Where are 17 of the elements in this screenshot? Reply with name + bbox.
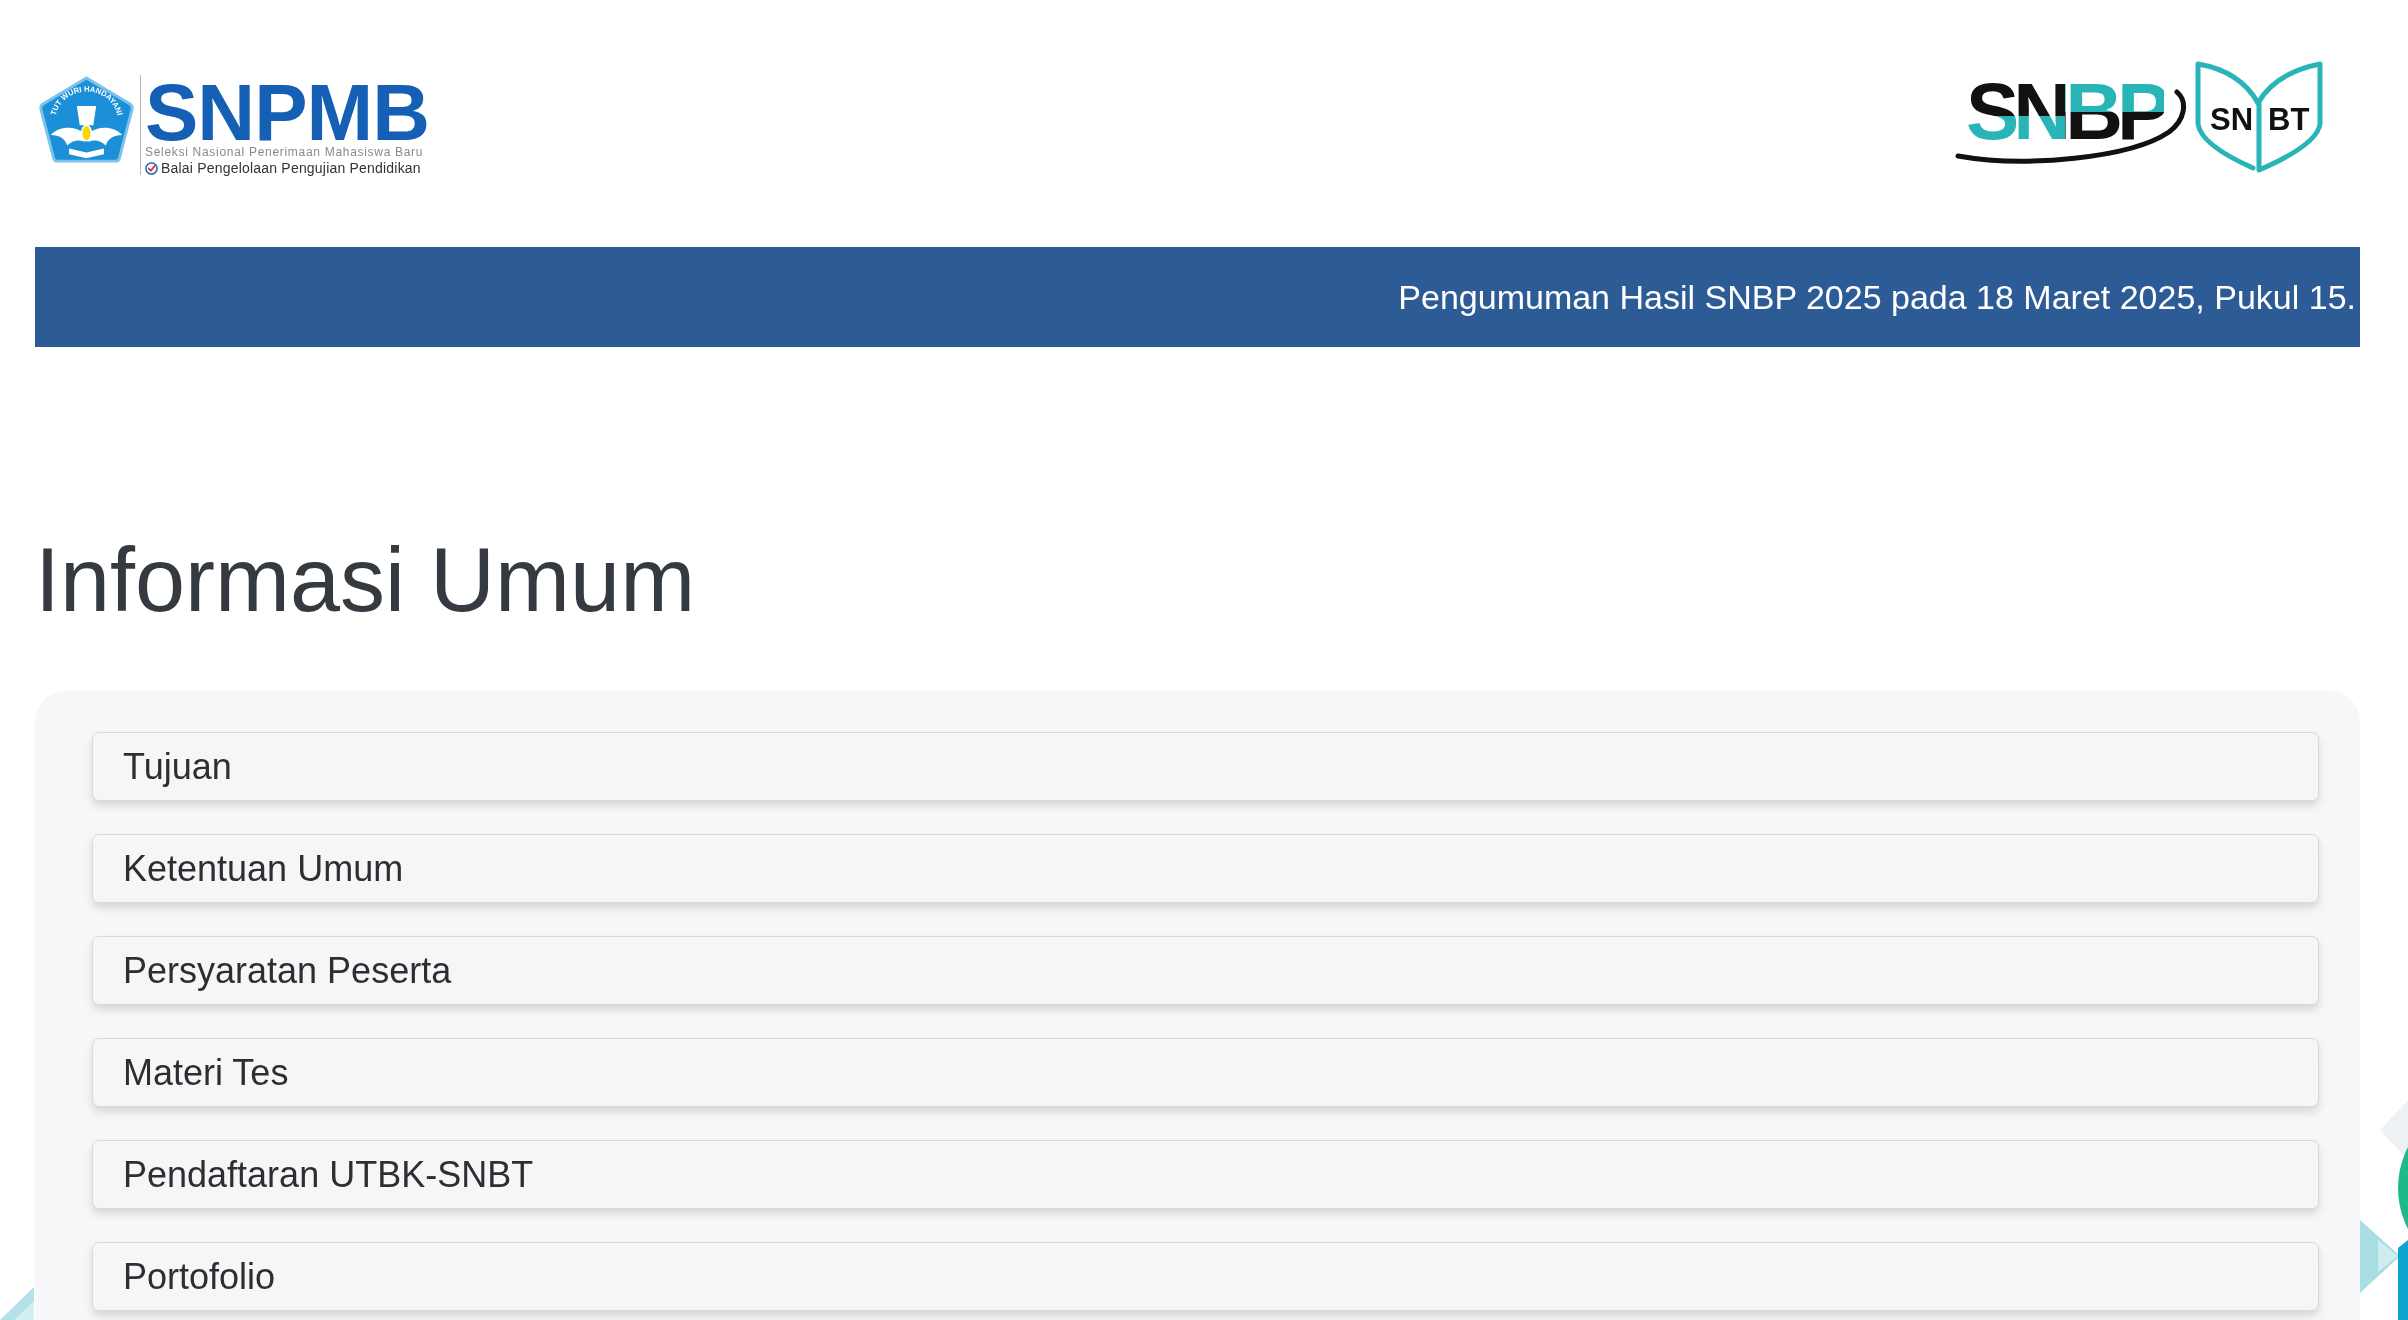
announcement-text: Pengumuman Hasil SNBP 2025 pada 18 Maret 2025, Pukul 15. bbox=[1398, 277, 2356, 317]
accordion-item[interactable]: Pendaftaran UTBK-SNBT bbox=[92, 1140, 2319, 1209]
logo-tagline: Seleksi Nasional Penerimaan Mahasiswa Baru bbox=[145, 145, 424, 159]
accordion-item[interactable]: Ketentuan Umum bbox=[92, 834, 2319, 903]
accordion-item[interactable]: Materi Tes bbox=[92, 1038, 2319, 1107]
logo-text: BT bbox=[2268, 103, 2310, 137]
accordion-item[interactable]: Tujuan bbox=[92, 732, 2319, 801]
book-shield-icon bbox=[2195, 61, 2323, 173]
logo-wordmark: SNPMB bbox=[145, 82, 429, 144]
triangle-pattern-icon bbox=[0, 1287, 35, 1320]
check-circle-icon bbox=[145, 161, 158, 175]
section-title: Informasi Umum bbox=[35, 529, 697, 632]
accordion-item[interactable]: Portofolio bbox=[92, 1242, 2319, 1311]
accordion-item[interactable]: Persyaratan Peserta bbox=[92, 936, 2319, 1005]
logo-wordmark: SNBP bbox=[1966, 82, 2165, 142]
logo-subtitle: Balai Pengelolaan Pengujian Pendidikan bbox=[161, 160, 421, 176]
logo-text: SN bbox=[2210, 103, 2254, 137]
